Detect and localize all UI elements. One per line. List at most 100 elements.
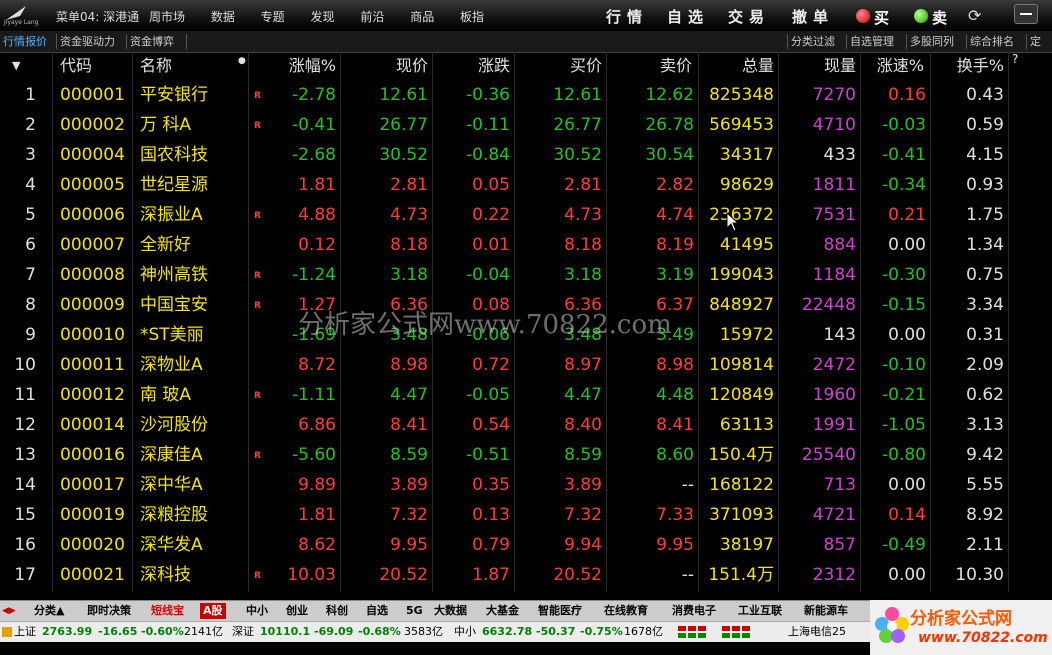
table-row[interactable]: 6 000007 全新好 0.12 8.18 0.01 8.18 8.19 41495 884 0.… <box>0 230 1010 260</box>
stock-code: 000019 <box>60 505 125 525</box>
ask-price: 9.95 <box>656 535 694 555</box>
table-row[interactable]: 12 000014 沙河股份 6.86 8.41 0.54 8.40 8.41 63113 199… <box>0 410 1010 440</box>
table-row[interactable]: 13 000016 深康佳A -5.60 8.59 -0.51 8.59 8.60 150.4万… <box>0 440 1010 470</box>
market-breadth-icon <box>678 626 778 638</box>
turnover-pct: 4.15 <box>966 145 1004 165</box>
menu-item-main[interactable]: 菜单04: 深港通 <box>56 10 139 24</box>
column-header-name[interactable]: 名称 <box>140 52 172 79</box>
sector-tab-star[interactable]: 科创 <box>326 603 348 619</box>
sector-tab-a-share[interactable]: A股 <box>200 603 226 619</box>
current-volume: 713 <box>823 475 856 495</box>
column-header-price[interactable]: 现价 <box>340 52 428 79</box>
menu-item-data[interactable]: 数据 <box>211 10 235 24</box>
menu-item-weekly[interactable]: 周市场 <box>149 10 185 24</box>
help-icon[interactable]: ? <box>1012 46 1018 73</box>
ask-price: 8.41 <box>656 415 694 435</box>
table-row[interactable]: 14 000017 深中华A 9.89 3.89 0.35 3.89 -- 168122 713 0… <box>0 470 1010 500</box>
table-row[interactable]: 1 000001 平安银行 -2.78 12.61 -0.36 12.61 12.62 8253… <box>0 80 1010 110</box>
tab-fund-drive[interactable]: 资金驱动力 <box>60 33 115 50</box>
table-row[interactable]: 5 000006 深振业A 4.88 4.73 0.22 4.73 4.74 236372 753… <box>0 200 1010 230</box>
watchlist-link[interactable]: 自选 <box>667 6 709 27</box>
sector-tab-medical[interactable]: 智能医疗 <box>538 603 582 619</box>
sector-tab-bigfund[interactable]: 大基金 <box>486 603 519 619</box>
quote-link[interactable]: 行情 <box>606 6 648 27</box>
turnover-pct: 2.09 <box>966 355 1004 375</box>
table-row[interactable]: 3 000004 国农科技 -2.68 30.52 -0.84 30.52 30.54 3431… <box>0 140 1010 170</box>
stock-code: 000004 <box>60 145 125 165</box>
sector-tab-instant[interactable]: 即时决策 <box>87 603 131 619</box>
sort-down-icon[interactable]: ▼ <box>12 52 20 79</box>
sector-tab-chinext[interactable]: 创业 <box>286 603 308 619</box>
table-row[interactable]: 11 000012 南 玻A -1.11 4.47 -0.05 4.47 4.48 120849… <box>0 380 1010 410</box>
tab-quotes[interactable]: 行情报价 <box>3 33 47 50</box>
stock-code: 000010 <box>60 325 125 345</box>
menu-item-commodity[interactable]: 商品 <box>410 10 434 24</box>
stock-name: 神州高铁 <box>140 265 208 285</box>
sector-tab-education[interactable]: 在线教育 <box>604 603 648 619</box>
table-row[interactable]: 17 000021 深科技 10.03 20.52 1.87 20.52 -- 151.4万 23… <box>0 560 1010 590</box>
price: 8.98 <box>390 355 428 375</box>
menu-item-frontier[interactable]: 前沿 <box>360 10 384 24</box>
ask-price: 7.33 <box>656 505 694 525</box>
sector-tab-ev[interactable]: 新能源车 <box>804 603 848 619</box>
logo-text: Jiyaye Lang <box>4 19 39 26</box>
column-header-turnover[interactable]: 换手% <box>930 52 1004 79</box>
column-header-volume[interactable]: 总量 <box>696 52 774 79</box>
ask-price: 4.48 <box>656 385 694 405</box>
sector-tab-5g[interactable]: 5G <box>406 603 423 619</box>
stock-code: 000017 <box>60 475 125 495</box>
column-header-speed[interactable]: 涨速% <box>860 52 924 79</box>
speed-pct: -1.05 <box>882 415 926 435</box>
tab-watchlist-manage[interactable]: 自选管理 <box>850 33 894 50</box>
tab-ranking[interactable]: 综合排名 <box>970 33 1014 50</box>
sector-tab-sme[interactable]: 中小 <box>246 603 268 619</box>
change-pct: -2.68 <box>292 145 336 165</box>
sector-tab-short[interactable]: 短线宝 <box>151 603 184 619</box>
bid-price: 8.40 <box>564 415 602 435</box>
table-row[interactable]: 16 000020 深华发A 8.62 9.95 0.79 9.94 9.95 38197 857… <box>0 530 1010 560</box>
minimize-icon[interactable] <box>1014 4 1038 24</box>
table-row[interactable]: 7 000008 神州高铁 -1.24 3.18 -0.04 3.18 3.19 199043 1… <box>0 260 1010 290</box>
menu-item-discover[interactable]: 发现 <box>311 10 335 24</box>
refresh-icon[interactable]: ⟳ <box>968 6 981 25</box>
column-header-change-pct[interactable]: 涨幅% <box>260 52 336 79</box>
sector-tab-classify[interactable]: 分类▲ <box>34 603 64 619</box>
menu-item-topic[interactable]: 专题 <box>261 10 285 24</box>
current-volume: 857 <box>823 535 856 555</box>
column-header-ask[interactable]: 卖价 <box>604 52 692 79</box>
table-row[interactable]: 4 000005 世纪星源 1.81 2.81 0.05 2.81 2.82 98629 1811… <box>0 170 1010 200</box>
cancel-order-link[interactable]: 撤单 <box>792 6 834 27</box>
table-row[interactable]: 10 000011 深物业A 8.72 8.98 0.72 8.97 8.98 109814 24… <box>0 350 1010 380</box>
total-volume: 168122 <box>709 475 774 495</box>
speed-pct: -0.80 <box>882 445 926 465</box>
sector-tab-industrial[interactable]: 工业互联 <box>738 603 782 619</box>
sh-label: 上证 <box>14 625 36 638</box>
tab-multi-stock[interactable]: 多股同列 <box>910 33 954 50</box>
column-header-bid[interactable]: 买价 <box>512 52 602 79</box>
divider <box>787 34 788 49</box>
trade-link[interactable]: 交易 <box>728 6 770 27</box>
price: 2.81 <box>390 175 428 195</box>
menu-item-index[interactable]: 板指 <box>460 10 484 24</box>
column-header-change[interactable]: 涨跌 <box>430 52 510 79</box>
change-pct: 9.89 <box>298 475 336 495</box>
sector-tab-bigdata[interactable]: 大数据 <box>434 603 467 619</box>
scroll-left-icon[interactable]: ◀▶ <box>2 603 16 619</box>
stock-code: 000016 <box>60 445 125 465</box>
tab-more[interactable]: 定 <box>1030 33 1041 50</box>
sector-tab-watchlist[interactable]: 自选 <box>366 603 388 619</box>
tab-fund-game[interactable]: 资金博弈 <box>130 33 174 50</box>
change-pct: 8.62 <box>298 535 336 555</box>
table-row[interactable]: 15 000019 深粮控股 1.81 7.32 0.13 7.32 7.33 371093 47… <box>0 500 1010 530</box>
sector-tab-electronics[interactable]: 消费电子 <box>672 603 716 619</box>
price: 7.32 <box>390 505 428 525</box>
tab-filter[interactable]: 分类过滤 <box>791 33 835 50</box>
buy-button[interactable]: 买 <box>874 7 889 28</box>
sell-button[interactable]: 卖 <box>932 7 947 28</box>
column-header-code[interactable]: 代码 <box>60 52 92 79</box>
zx-label: 中小 <box>454 625 476 638</box>
sh-turnover: 2141亿 <box>184 625 223 638</box>
price: 9.95 <box>390 535 428 555</box>
table-row[interactable]: 2 000002 万 科A -0.41 26.77 -0.11 26.77 26.78 5694… <box>0 110 1010 140</box>
column-header-current-volume[interactable]: 现量 <box>778 52 856 79</box>
